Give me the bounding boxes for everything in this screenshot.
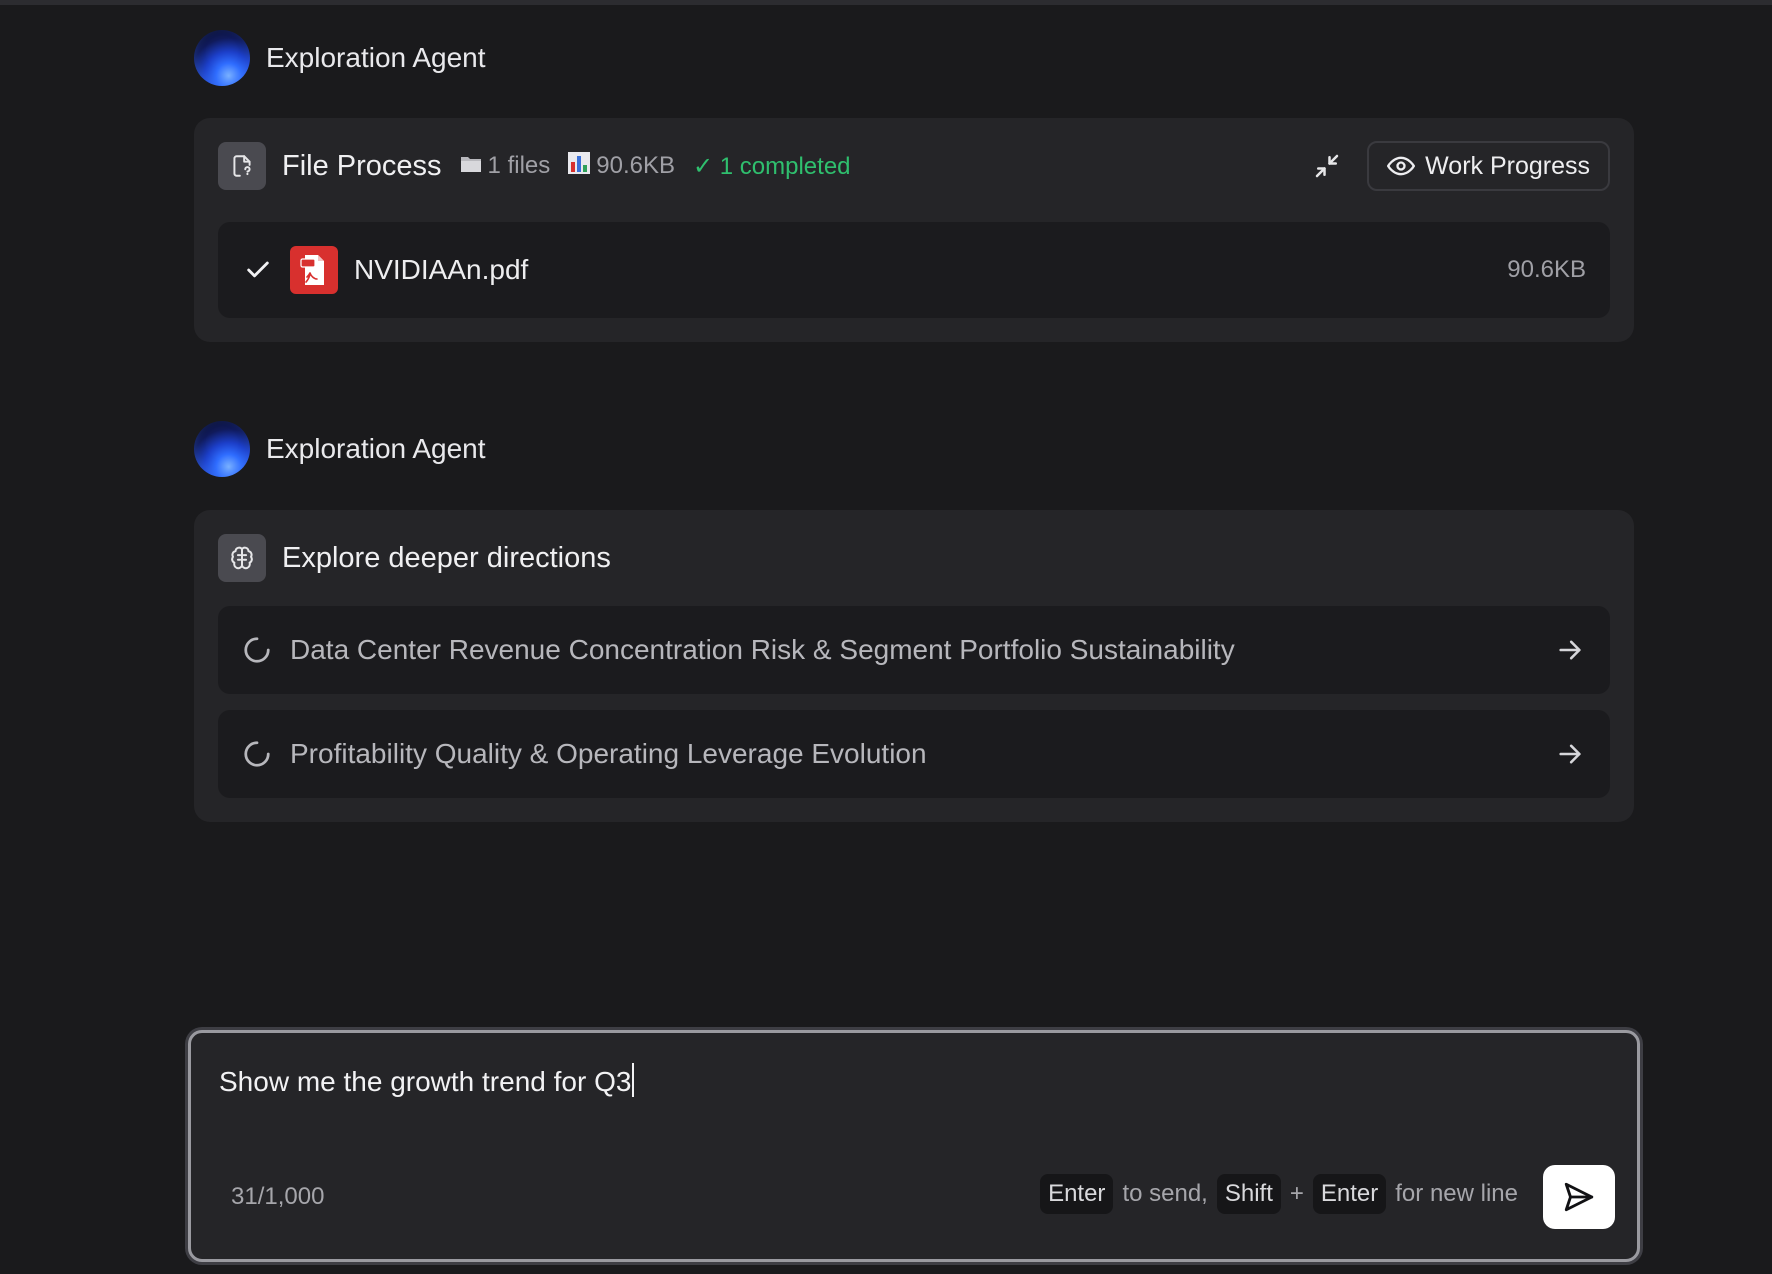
file-process-card: File Process 1 files 90.6KB ✓ 1 complete…: [194, 118, 1634, 342]
hint-to-send: to send,: [1122, 1180, 1208, 1207]
work-progress-label: Work Progress: [1425, 151, 1590, 180]
check-icon: [244, 256, 274, 284]
agent-avatar: [194, 30, 250, 86]
minimize-icon[interactable]: [1307, 146, 1347, 186]
explore-header: Explore deeper directions: [218, 534, 1610, 582]
work-progress-button[interactable]: Work Progress: [1367, 141, 1610, 191]
file-process-header: File Process 1 files 90.6KB ✓ 1 complete…: [218, 141, 1610, 191]
loading-spinner-icon: [242, 635, 272, 665]
file-size: 90.6KB: [1507, 256, 1586, 283]
explore-card: Explore deeper directions Data Center Re…: [194, 510, 1634, 822]
send-icon: [1564, 1182, 1594, 1212]
completed-status: ✓ 1 completed: [692, 152, 851, 180]
brain-icon: [218, 534, 266, 582]
agent-header: Exploration Agent: [194, 420, 486, 478]
keyboard-hint: Enter to send, Shift + Enter for new lin…: [1040, 1174, 1527, 1214]
char-count: 31/1,000: [231, 1183, 325, 1210]
file-name: NVIDIAAn.pdf: [354, 254, 529, 285]
direction-item[interactable]: Profitability Quality & Operating Levera…: [218, 710, 1610, 798]
direction-item[interactable]: Data Center Revenue Concentration Risk &…: [218, 606, 1610, 694]
hint-new-line: for new line: [1395, 1180, 1518, 1207]
text-caret: [632, 1063, 635, 1097]
pdf-file-icon: [290, 246, 338, 294]
eye-icon: [1387, 156, 1416, 176]
kbd-enter: Enter: [1312, 1174, 1387, 1214]
loading-spinner-icon: [242, 739, 272, 769]
file-process-title: File Process: [282, 149, 442, 182]
hint-plus: +: [1289, 1180, 1304, 1207]
agent-avatar: [194, 421, 250, 477]
folder-icon: [460, 153, 482, 179]
files-count: 1 files: [460, 152, 550, 180]
send-button[interactable]: [1543, 1165, 1615, 1229]
direction-label: Data Center Revenue Concentration Risk &…: [290, 634, 1235, 665]
agent-name: Exploration Agent: [266, 433, 486, 464]
message-composer[interactable]: Show me the growth trend for Q3 31/1,000…: [188, 1030, 1640, 1262]
file-row[interactable]: NVIDIAAn.pdf 90.6KB: [218, 222, 1610, 318]
agent-name: Exploration Agent: [266, 42, 486, 73]
arrow-right-icon[interactable]: [1556, 636, 1584, 664]
kbd-shift: Shift: [1216, 1174, 1281, 1214]
agent-header: Exploration Agent: [194, 29, 486, 87]
direction-label: Profitability Quality & Operating Levera…: [290, 738, 927, 769]
arrow-right-icon[interactable]: [1556, 740, 1584, 768]
top-divider: [0, 0, 1772, 5]
total-size: 90.6KB: [568, 152, 675, 180]
kbd-enter: Enter: [1040, 1174, 1114, 1214]
bar-chart-icon: [568, 152, 591, 180]
file-scan-icon: [218, 142, 266, 190]
explore-title: Explore deeper directions: [282, 541, 611, 574]
message-input[interactable]: Show me the growth trend for Q3: [219, 1063, 635, 1098]
